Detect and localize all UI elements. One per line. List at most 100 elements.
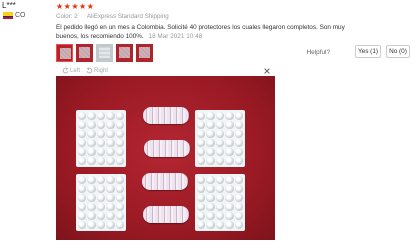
protector-dome <box>106 212 115 220</box>
protector-dome <box>225 157 234 165</box>
protector-dome <box>78 130 87 138</box>
protector-dome <box>78 121 87 129</box>
protector-dome <box>215 148 225 156</box>
protector-dome <box>225 221 234 229</box>
protector-dome <box>87 121 96 129</box>
protector-dome <box>106 185 115 193</box>
protector-dome <box>206 121 215 129</box>
protector-dome <box>206 130 215 138</box>
protector-dome <box>225 121 234 129</box>
protector-dome <box>87 203 96 211</box>
protector-dome <box>215 194 225 202</box>
review-date: 18 Mar 2021 10:48 <box>148 33 203 40</box>
protector-dome <box>106 112 115 120</box>
protector-dome <box>215 139 225 147</box>
photo-thumbnail[interactable] <box>56 44 73 62</box>
photo-thumbnail-strip <box>56 44 153 62</box>
protector-dome <box>78 185 87 193</box>
protector-dome <box>78 139 87 147</box>
rotate-left-icon <box>62 67 69 74</box>
protector-dome <box>215 212 225 220</box>
country-code: CO <box>15 12 26 19</box>
protector-dome <box>115 221 124 229</box>
protector-dome <box>206 221 215 229</box>
protector-dome <box>106 203 115 211</box>
protector-dome <box>197 157 206 165</box>
protector-dome <box>87 148 96 156</box>
protector-dome <box>96 139 106 147</box>
rotate-left-label: Left <box>70 67 81 74</box>
protector-dome <box>197 139 206 147</box>
protector-dome <box>87 176 96 184</box>
photo-thumbnail[interactable] <box>136 44 153 62</box>
protector-dome <box>78 157 87 165</box>
photo-thumbnail[interactable] <box>96 44 113 62</box>
protector-dome <box>225 212 234 220</box>
protector-dome <box>234 185 243 193</box>
helpful-yes-button[interactable]: Yes (1) <box>355 45 381 58</box>
protector-dome <box>197 176 206 184</box>
protector-dome <box>115 212 124 220</box>
protector-dome <box>115 203 124 211</box>
photo-thumbnail[interactable] <box>116 44 133 62</box>
rotate-right-button[interactable]: Right <box>86 67 108 74</box>
protector-dome <box>234 139 243 147</box>
review-photo <box>56 76 275 240</box>
protector-dome <box>96 148 106 156</box>
protector-dome <box>106 176 115 184</box>
protector-dome <box>78 203 87 211</box>
protector-dome <box>87 112 96 120</box>
protector-dome <box>225 203 234 211</box>
protector-dome <box>215 112 225 120</box>
protector-dome <box>234 212 243 220</box>
protector-dome <box>206 112 215 120</box>
protector-dome <box>225 130 234 138</box>
protector-dome <box>197 221 206 229</box>
protector-dome <box>197 203 206 211</box>
protector-dome <box>225 176 234 184</box>
close-icon[interactable] <box>263 67 271 75</box>
protector-dome <box>197 185 206 193</box>
protector-dome <box>225 112 234 120</box>
protector-dome <box>234 112 243 120</box>
protector-dome <box>96 157 106 165</box>
protector-sheet <box>195 174 245 231</box>
rotate-right-icon <box>86 67 93 74</box>
photo-thumbnail[interactable] <box>76 44 93 62</box>
protector-dome <box>87 157 96 165</box>
protector-dome <box>87 221 96 229</box>
protector-dome <box>206 176 215 184</box>
protector-dome <box>225 194 234 202</box>
protector-dome <box>96 212 106 220</box>
protector-dome <box>206 203 215 211</box>
star-rating: ★★★★★ <box>56 2 95 11</box>
color-label: Color: <box>56 13 73 20</box>
protector-dome <box>96 121 106 129</box>
protector-dome <box>215 121 225 129</box>
protector-dome <box>197 112 206 120</box>
protector-dome <box>215 221 225 229</box>
protector-dome <box>215 130 225 138</box>
country-flag-icon <box>3 12 13 19</box>
protector-dome <box>215 176 225 184</box>
protector-dome <box>106 148 115 156</box>
reviewer-username: L*** <box>2 1 16 10</box>
protector-dome <box>78 194 87 202</box>
helpful-no-button[interactable]: No (0) <box>386 45 410 58</box>
protector-dome <box>234 121 243 129</box>
protector-roll <box>143 206 189 223</box>
protector-dome <box>206 212 215 220</box>
protector-dome <box>206 194 215 202</box>
protector-dome <box>87 130 96 138</box>
protector-dome <box>87 212 96 220</box>
protector-dome <box>96 194 106 202</box>
protector-dome <box>225 139 234 147</box>
protector-dome <box>78 112 87 120</box>
order-meta: Color: 2 AliExpress Standard Shipping <box>56 13 169 20</box>
protector-dome <box>234 130 243 138</box>
rotate-left-button[interactable]: Left <box>62 67 80 74</box>
protector-dome <box>234 176 243 184</box>
protector-dome <box>206 139 215 147</box>
protector-dome <box>106 139 115 147</box>
protector-dome <box>96 203 106 211</box>
